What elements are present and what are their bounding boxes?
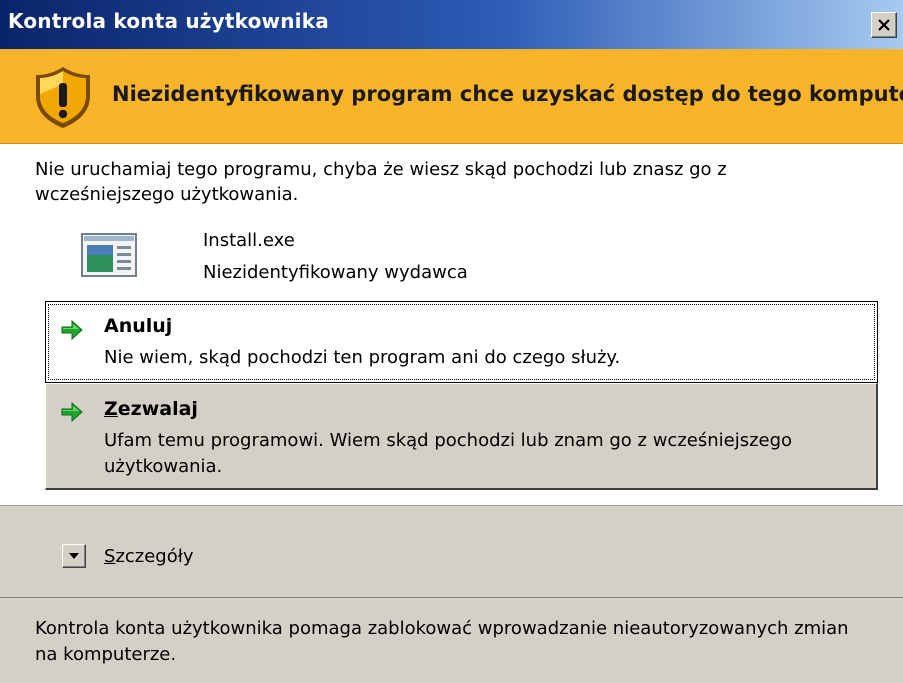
green-arrow-icon <box>61 319 83 341</box>
application-icon <box>81 233 137 277</box>
uac-dialog: Kontrola konta użytkownika Niezidentyfik… <box>0 0 903 683</box>
access-key: Z <box>104 398 118 420</box>
warning-banner: Niezidentyfikowany program chce uzyskać … <box>0 49 903 144</box>
allow-option-title-rest: ezwalaj <box>117 398 198 420</box>
details-area: Szczegóły <box>0 505 903 598</box>
cancel-option-description: Nie wiem, skąd pochodzi ten program ani … <box>104 347 621 368</box>
close-button[interactable] <box>871 12 897 38</box>
footer-text: Kontrola konta użytkownika pomaga zablok… <box>35 618 849 665</box>
details-label-rest: zczegóły <box>115 546 194 567</box>
green-arrow-icon <box>61 401 83 423</box>
allow-option-title: Zezwalaj <box>104 398 198 420</box>
details-label[interactable]: Szczegóły <box>104 546 194 567</box>
warning-message: Nie uruchamiaj tego programu, chyba że w… <box>35 159 727 205</box>
footer: Kontrola konta użytkownika pomaga zablok… <box>0 597 903 683</box>
program-publisher: Niezidentyfikowany wydawca <box>203 262 468 283</box>
chevron-down-icon <box>69 553 79 559</box>
close-icon <box>878 19 890 31</box>
allow-option-description: Ufam temu programowi. Wiem skąd pochodzi… <box>104 430 793 477</box>
banner-text: Niezidentyfikowany program chce uzyskać … <box>112 82 903 106</box>
shield-warning-icon <box>36 67 90 128</box>
cancel-option-button[interactable]: Anuluj Nie wiem, skąd pochodzi ten progr… <box>45 301 878 383</box>
title-bar[interactable]: Kontrola konta użytkownika <box>0 0 903 49</box>
details-toggle-button[interactable] <box>62 544 86 568</box>
allow-option-button[interactable]: Zezwalaj Ufam temu programowi. Wiem skąd… <box>45 383 878 490</box>
window-title: Kontrola konta użytkownika <box>8 9 329 33</box>
program-name: Install.exe <box>203 230 295 251</box>
access-key: S <box>104 546 116 567</box>
cancel-option-title: Anuluj <box>104 315 173 337</box>
